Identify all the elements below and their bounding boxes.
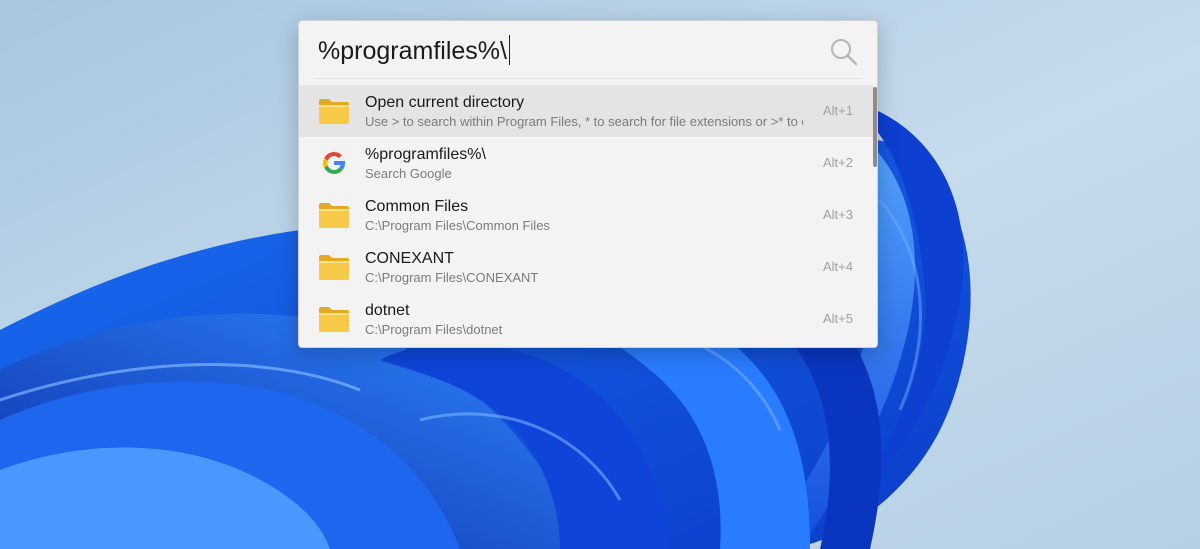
result-item-dotnet[interactable]: dotnet C:\Program Files\dotnet Alt+5 (299, 293, 873, 345)
result-shortcut: Alt+2 (823, 155, 853, 170)
launcher-window: %programfiles%\ Open current directory U… (298, 20, 878, 348)
result-subtitle: C:\Program Files\CONEXANT (365, 270, 539, 285)
folder-icon (319, 99, 349, 124)
results-list: Open current directory Use > to search w… (299, 85, 877, 345)
folder-icon (319, 307, 349, 332)
result-item-common-files[interactable]: Common Files C:\Program Files\Common Fil… (299, 189, 873, 241)
search-divider (313, 78, 863, 79)
result-subtitle: C:\Program Files\Common Files (365, 218, 550, 233)
result-title: Common Files (365, 198, 469, 215)
result-title: CONEXANT (365, 250, 454, 267)
results-scrollbar[interactable] (873, 87, 877, 167)
folder-icon (319, 255, 349, 280)
result-subtitle: Use > to search within Program Files, * … (365, 114, 803, 129)
search-input[interactable]: %programfiles%\ (318, 35, 511, 67)
search-bar: %programfiles%\ (299, 21, 877, 79)
result-title: %programfiles%\ (365, 146, 486, 163)
google-icon (322, 151, 346, 175)
result-shortcut: Alt+4 (823, 259, 853, 274)
result-item-conexant[interactable]: CONEXANT C:\Program Files\CONEXANT Alt+4 (299, 241, 873, 293)
result-subtitle: C:\Program Files\dotnet (365, 322, 503, 337)
text-caret (508, 35, 511, 65)
search-icon[interactable] (829, 37, 859, 67)
result-subtitle: Search Google (365, 166, 452, 181)
folder-icon (319, 203, 349, 228)
result-shortcut: Alt+1 (823, 103, 853, 118)
result-item-search-google[interactable]: %programfiles%\ Search Google Alt+2 (299, 137, 873, 189)
result-title: Open current directory (365, 94, 525, 111)
result-title: dotnet (365, 302, 410, 319)
result-shortcut: Alt+3 (823, 207, 853, 222)
result-item-open-current-directory[interactable]: Open current directory Use > to search w… (299, 85, 873, 137)
search-query-text: %programfiles%\ (318, 37, 507, 65)
result-shortcut: Alt+5 (823, 311, 853, 326)
